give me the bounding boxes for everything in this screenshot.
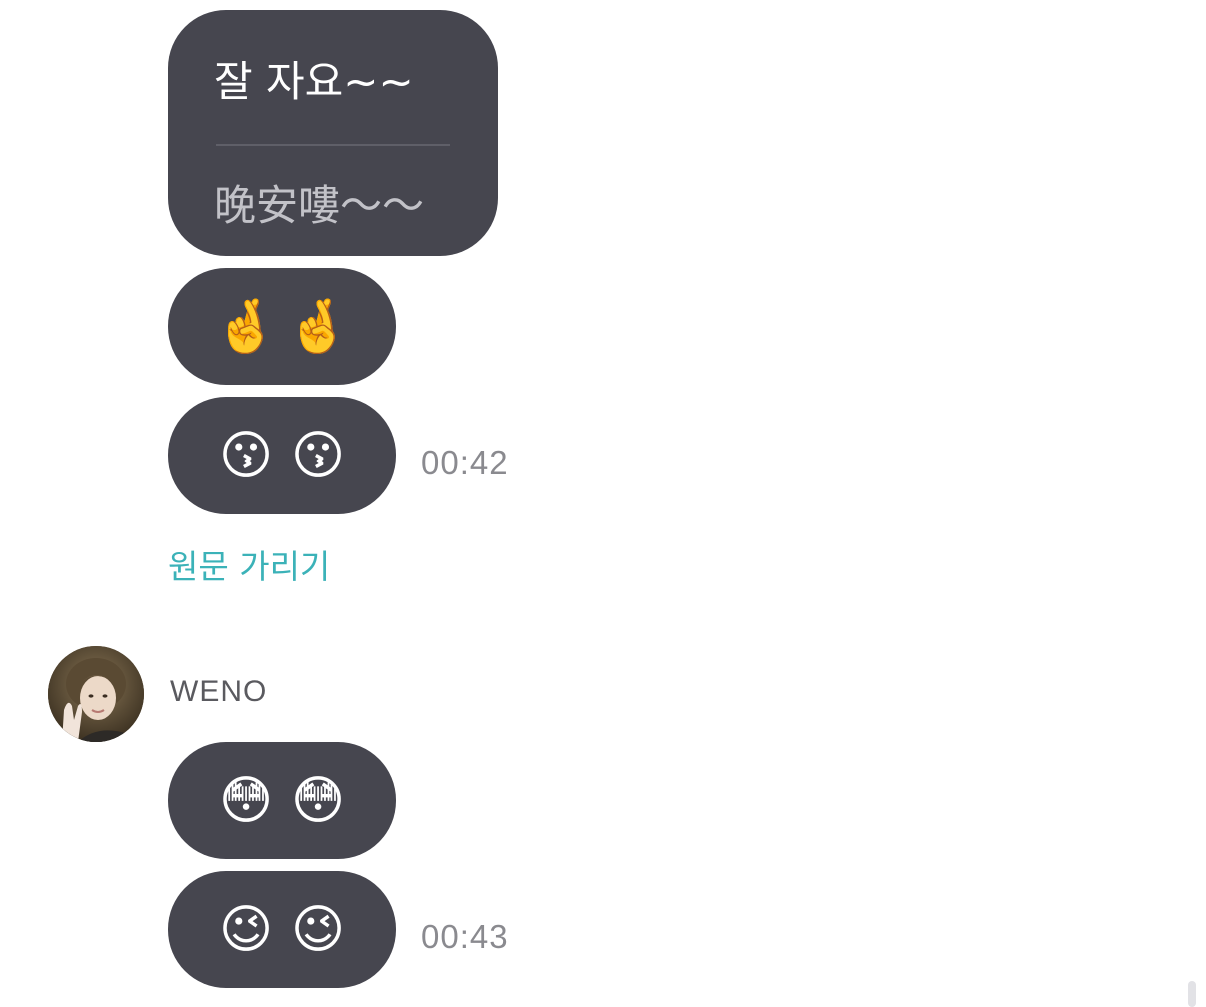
sender-name[interactable]: WENO — [170, 675, 267, 709]
message-timestamp: 00:43 — [421, 918, 509, 955]
avatar-photo-icon — [48, 646, 144, 742]
winking-face-emoji-icon: 😉 — [218, 899, 274, 960]
flushed-face-emoji-icon: 😳 — [290, 770, 346, 831]
hide-original-link[interactable]: 원문 가리기 — [168, 540, 330, 588]
emoji-message-bubble[interactable]: 😳 😳 — [168, 742, 396, 859]
emoji-message-bubble[interactable]: 😗 😗 — [168, 397, 396, 514]
original-message-text: 잘 자요~~ — [214, 57, 414, 106]
translation-divider — [216, 144, 450, 146]
avatar[interactable] — [48, 646, 144, 742]
kissing-face-emoji-icon: 😗 — [290, 425, 346, 486]
crossed-fingers-emoji-icon: 🤞 — [213, 296, 279, 357]
translated-message-text: 晚安嘍～～ — [214, 181, 425, 230]
emoji-message-bubble[interactable]: 🤞 🤞 — [168, 268, 396, 385]
crossed-fingers-emoji-icon: 🤞 — [285, 296, 351, 357]
scrollbar[interactable] — [1188, 981, 1196, 1007]
flushed-face-emoji-icon: 😳 — [218, 770, 274, 831]
winking-face-emoji-icon: 😉 — [290, 899, 346, 960]
translated-message-bubble[interactable]: 잘 자요~~ 晚安嘍～～ — [168, 10, 498, 256]
kissing-face-emoji-icon: 😗 — [218, 425, 274, 486]
emoji-message-bubble[interactable]: 😉 😉 — [168, 871, 396, 988]
message-timestamp: 00:42 — [421, 444, 509, 481]
